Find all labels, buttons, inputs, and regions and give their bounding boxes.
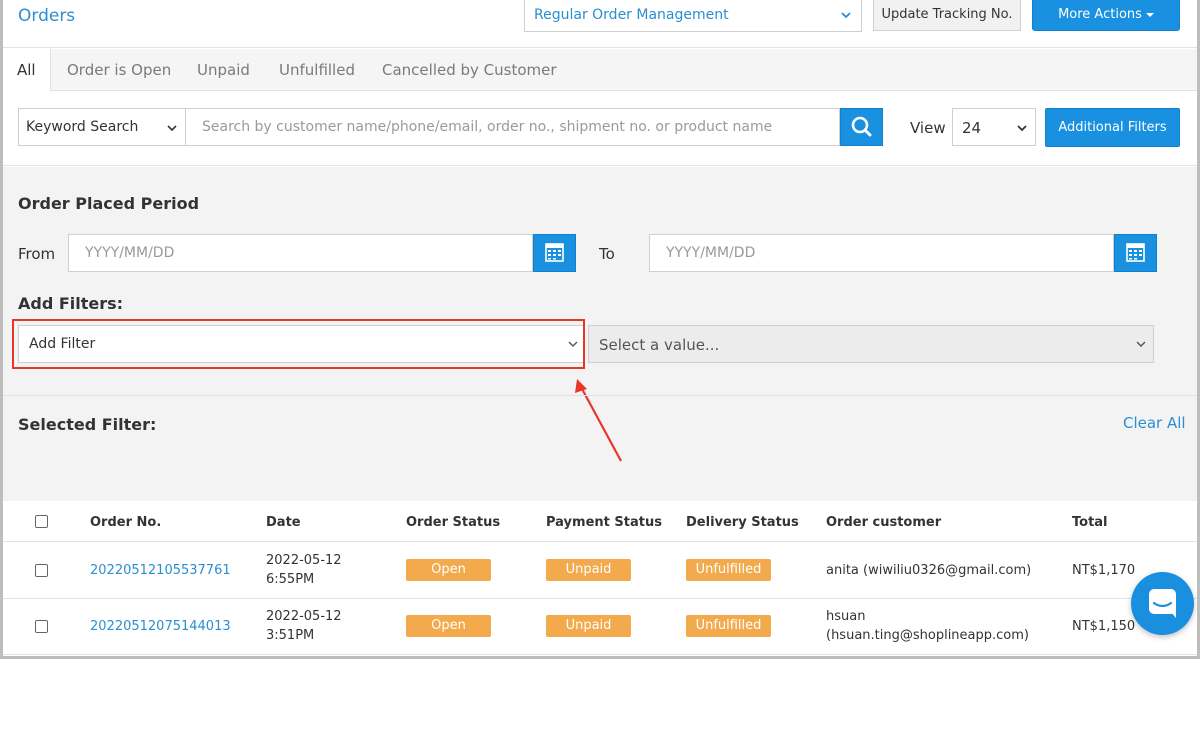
table-header: Order No. Date Order Status Payment Stat… bbox=[3, 501, 1197, 542]
order-customer: anita (wiwiliu0326@gmail.com) bbox=[826, 563, 1032, 578]
more-actions-button[interactable]: More Actions bbox=[1032, 0, 1180, 31]
search-row: Keyword Search View 24 Additional Filter… bbox=[3, 92, 1197, 166]
col-order-status: Order Status bbox=[406, 515, 501, 530]
row-checkbox[interactable] bbox=[35, 620, 48, 633]
from-label: From bbox=[18, 245, 56, 263]
select-all-checkbox[interactable] bbox=[35, 515, 48, 528]
order-time: 6:55PM bbox=[266, 572, 315, 587]
tab-unfulfilled[interactable]: Unfulfilled bbox=[265, 49, 369, 91]
order-date: 2022-05-12 bbox=[266, 553, 342, 568]
order-status-badge: Open bbox=[406, 615, 491, 637]
tab-unpaid[interactable]: Unpaid bbox=[183, 49, 264, 91]
tab-cancelled-by-customer[interactable]: Cancelled by Customer bbox=[368, 49, 571, 91]
order-total: NT$1,150 bbox=[1072, 619, 1136, 634]
add-filters-heading: Add Filters: bbox=[18, 294, 124, 313]
to-label: To bbox=[599, 245, 615, 263]
orders-table: Order No. Date Order Status Payment Stat… bbox=[3, 501, 1197, 656]
page-title: Orders bbox=[18, 6, 76, 26]
view-count-value: 24 bbox=[962, 119, 982, 137]
chat-icon bbox=[1149, 589, 1176, 618]
to-date-input[interactable]: YYYY/MM/DD bbox=[649, 234, 1114, 272]
keyword-search-value: Keyword Search bbox=[26, 119, 139, 135]
payment-status-badge: Unpaid bbox=[546, 615, 631, 637]
col-order-no: Order No. bbox=[90, 515, 162, 530]
chevron-down-icon bbox=[841, 12, 851, 19]
order-total: NT$1,170 bbox=[1072, 563, 1136, 578]
order-customer-email: (hsuan.ting@shoplineapp.com) bbox=[826, 628, 1029, 643]
to-calendar-button[interactable] bbox=[1114, 234, 1157, 272]
col-total: Total bbox=[1072, 515, 1108, 530]
col-delivery-status: Delivery Status bbox=[686, 515, 799, 530]
col-order-customer: Order customer bbox=[826, 515, 942, 530]
delivery-status-badge: Unfulfilled bbox=[686, 615, 771, 637]
view-count-select[interactable]: 24 bbox=[952, 108, 1036, 146]
filter-value-select[interactable]: Select a value... bbox=[588, 325, 1154, 363]
table-row[interactable]: 20220512105537761 2022-05-12 6:55PM Open… bbox=[3, 543, 1197, 599]
payment-status-badge: Unpaid bbox=[546, 559, 631, 581]
col-payment-status: Payment Status bbox=[546, 515, 662, 530]
highlight-box bbox=[12, 319, 585, 369]
additional-filters-button[interactable]: Additional Filters bbox=[1045, 108, 1180, 147]
row-checkbox[interactable] bbox=[35, 564, 48, 577]
app-frame: Orders Regular Order Management Update T… bbox=[0, 0, 1200, 659]
search-input[interactable] bbox=[186, 108, 840, 146]
tab-order-is-open[interactable]: Order is Open bbox=[53, 49, 185, 91]
order-tabs: All Order is Open Unpaid Unfulfilled Can… bbox=[3, 49, 1197, 92]
order-no-link[interactable]: 20220512075144013 bbox=[90, 619, 231, 634]
col-date: Date bbox=[266, 515, 301, 530]
search-button[interactable] bbox=[840, 108, 883, 146]
calendar-icon bbox=[1126, 243, 1145, 262]
table-row[interactable]: 20220512075144013 2022-05-12 3:51PM Open… bbox=[3, 599, 1197, 655]
chevron-down-icon bbox=[1017, 125, 1027, 132]
view-label: View bbox=[910, 119, 946, 137]
from-calendar-button[interactable] bbox=[533, 234, 576, 272]
update-tracking-button[interactable]: Update Tracking No. bbox=[873, 0, 1021, 31]
order-time: 3:51PM bbox=[266, 628, 315, 643]
order-management-select-value: Regular Order Management bbox=[534, 7, 729, 23]
header: Orders Regular Order Management Update T… bbox=[3, 0, 1197, 48]
order-placed-period-heading: Order Placed Period bbox=[18, 194, 200, 213]
filter-value-select-value: Select a value... bbox=[599, 336, 720, 354]
panel-divider bbox=[3, 395, 1197, 396]
order-management-select[interactable]: Regular Order Management bbox=[524, 0, 862, 32]
chevron-down-icon bbox=[167, 125, 177, 132]
selected-filter-heading: Selected Filter: bbox=[18, 415, 157, 434]
caret-down-icon bbox=[1145, 12, 1154, 17]
order-status-badge: Open bbox=[406, 559, 491, 581]
order-no-link[interactable]: 20220512105537761 bbox=[90, 563, 231, 578]
from-date-input[interactable]: YYYY/MM/DD bbox=[68, 234, 533, 272]
chat-button[interactable] bbox=[1131, 572, 1194, 635]
order-customer-name: hsuan bbox=[826, 609, 866, 624]
delivery-status-badge: Unfulfilled bbox=[686, 559, 771, 581]
filter-panel: Order Placed Period From YYYY/MM/DD To Y… bbox=[3, 167, 1197, 501]
calendar-icon bbox=[545, 243, 564, 262]
chevron-down-icon bbox=[1136, 341, 1146, 347]
more-actions-label: More Actions bbox=[1058, 7, 1142, 22]
keyword-search-select[interactable]: Keyword Search bbox=[18, 108, 186, 146]
annotation-arrow bbox=[575, 379, 622, 462]
clear-all-link[interactable]: Clear All bbox=[1123, 414, 1186, 432]
search-icon bbox=[851, 116, 872, 137]
tab-all[interactable]: All bbox=[3, 49, 51, 92]
order-date: 2022-05-12 bbox=[266, 609, 342, 624]
